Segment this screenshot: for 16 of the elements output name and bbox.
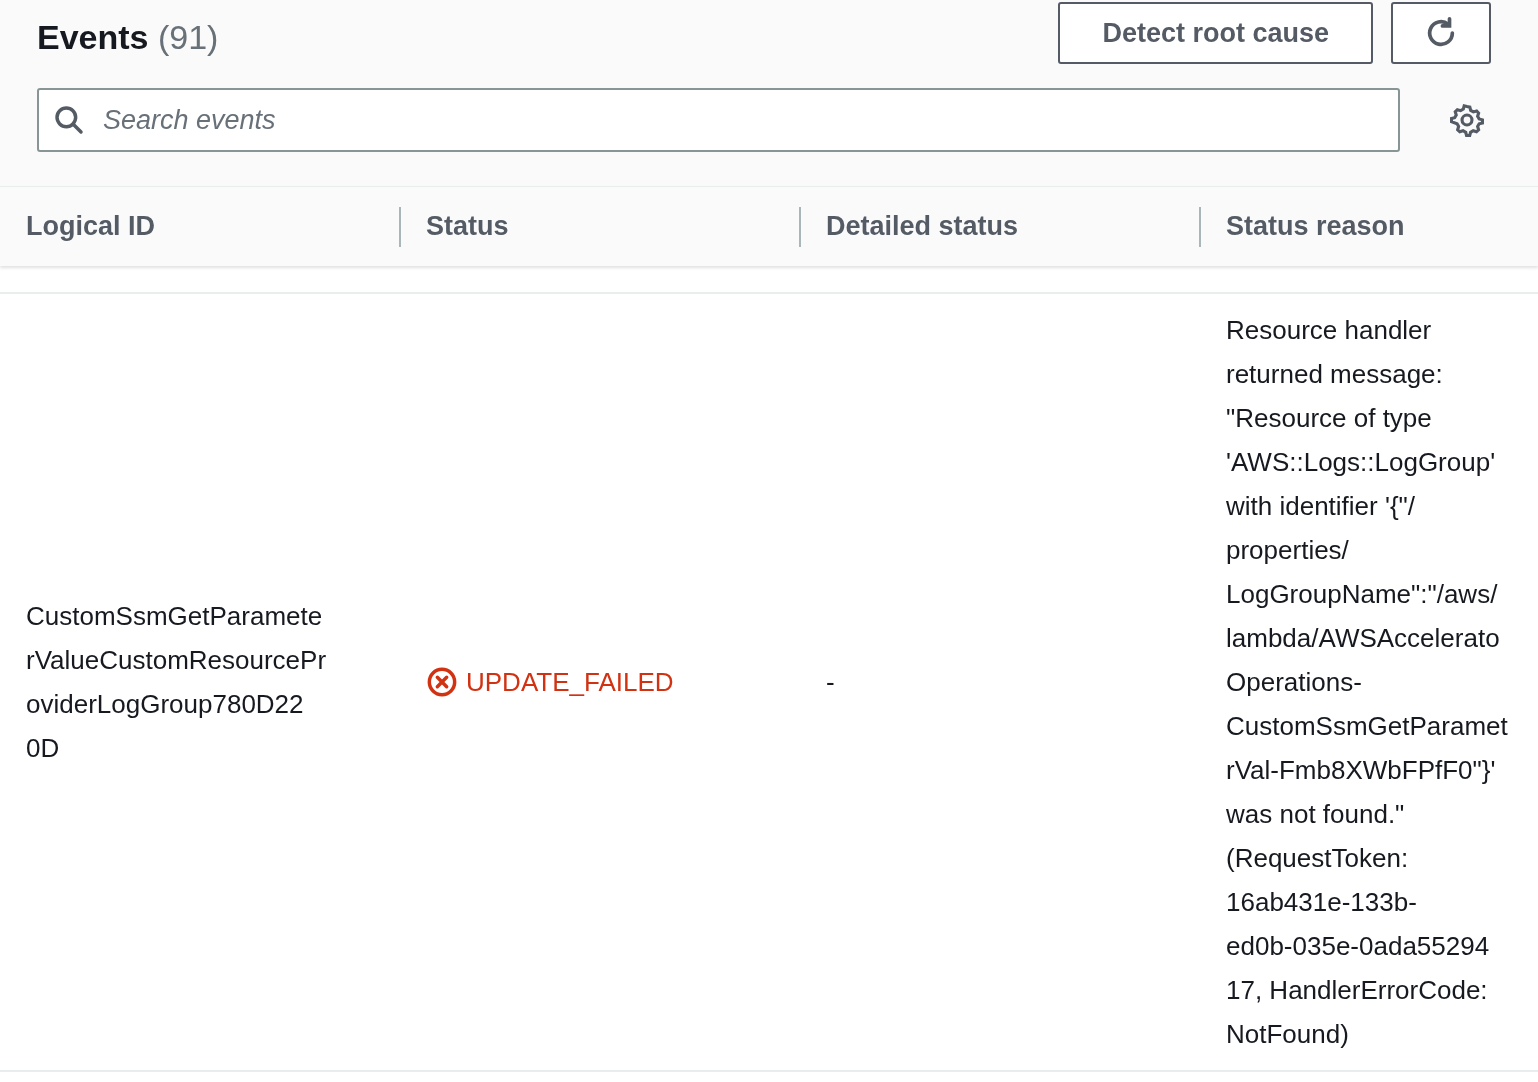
logical-id-cell-text: CustomSsmGetParamete rValueCustomResourcePr oviderLogGroup780D22 0D — [26, 600, 328, 765]
column-header[interactable]: Detailed status — [826, 206, 1019, 247]
events-title: Events (91) — [37, 17, 219, 58]
search-icon — [53, 104, 85, 136]
detailed-status-cell: - — [826, 666, 835, 697]
settings-icon[interactable] — [1450, 103, 1484, 137]
error-icon — [426, 666, 458, 698]
column-header[interactable]: Logical ID — [26, 206, 155, 247]
refresh-button[interactable] — [1391, 2, 1491, 64]
detect-root-cause-button[interactable]: Detect root cause — [1058, 2, 1373, 64]
search-field[interactable]: Search events — [37, 88, 1400, 152]
status-reason-cell-text: Resource handler returned message: "Resource of type 'AWS::Logs::LogGroup' with identifier '{"/ properties/ LogGroupName":"/aws/ lambda/AWSAccelerato Operations- CustomSsmGetParamet rVal-Fmb8XWbFPfF0"}' was not found." (RequestToken: 16ab431e-133b- ed0b-035e-0ada55294 17, HandlerErrorCode: NotFound) — [1226, 314, 1509, 1051]
event-count: (91) — [157, 18, 219, 56]
status-text: UPDATE_FAILED — [466, 665, 674, 699]
column-header[interactable]: Status reason — [1226, 206, 1405, 247]
column-header[interactable]: Status — [426, 206, 509, 247]
